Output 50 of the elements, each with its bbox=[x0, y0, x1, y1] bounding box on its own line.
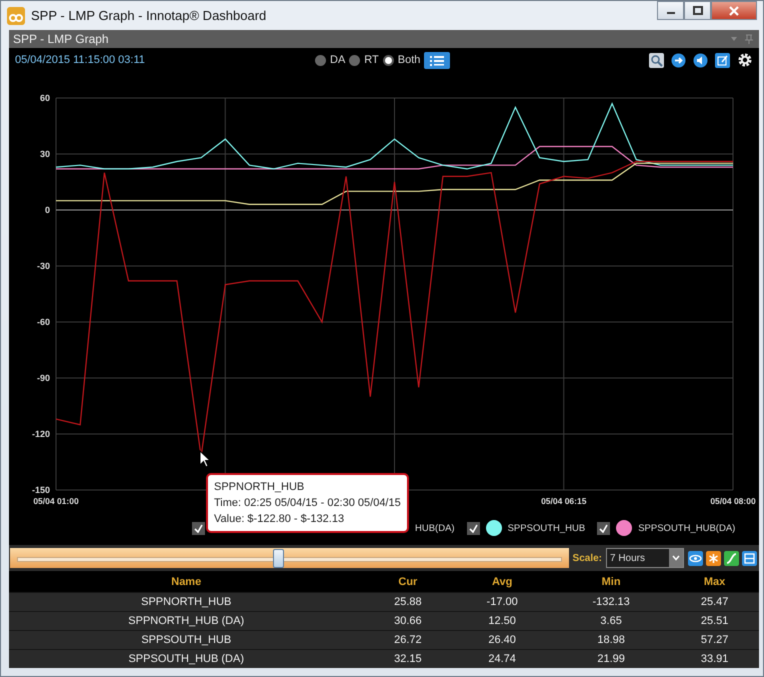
table-cell: 33.91 bbox=[700, 653, 728, 665]
scale-label: Scale: bbox=[572, 552, 602, 564]
table-cell: 21.99 bbox=[597, 653, 625, 665]
table-cell: 3.65 bbox=[600, 615, 622, 627]
table-cell: -17.00 bbox=[486, 596, 518, 608]
tooltip-title: SPPNORTH_HUB bbox=[214, 480, 306, 495]
column-header: Name bbox=[171, 576, 202, 588]
legend-label: SPPSOUTH_HUB bbox=[508, 522, 586, 534]
x-tick-label: 05/04 01:00 bbox=[33, 496, 79, 506]
table-cell: 18.98 bbox=[597, 634, 625, 646]
table-cell: 57.27 bbox=[700, 634, 728, 646]
mode-radio[interactable]: RT bbox=[349, 54, 379, 66]
x-tick-label: 05/04 06:15 bbox=[541, 496, 586, 506]
mode-radio[interactable]: DA bbox=[315, 54, 346, 66]
scale-dropdown[interactable]: 7 Hours bbox=[606, 548, 684, 568]
table-cell: 24.74 bbox=[488, 653, 516, 665]
x-tick-label: 05/04 08:00 bbox=[710, 496, 756, 506]
table-cell: 25.51 bbox=[700, 615, 728, 627]
table-cell: 26.40 bbox=[488, 634, 516, 646]
mode-radio[interactable]: Both bbox=[382, 54, 420, 66]
window-title: SPP - LMP Graph - Innotap® Dashboard bbox=[31, 8, 268, 23]
table-cell: 25.47 bbox=[700, 596, 728, 608]
table-cell: SPPSOUTH_HUB bbox=[141, 634, 232, 646]
legend-label: HUB(DA) bbox=[415, 522, 455, 534]
timestamp: 05/04/2015 11:15:00 03:11 bbox=[15, 54, 146, 66]
table-cell: SPPSOUTH_HUB (DA) bbox=[128, 653, 244, 665]
y-tick-label: 30 bbox=[40, 149, 50, 159]
table-cell: 30.66 bbox=[394, 615, 422, 627]
table-cell: 32.15 bbox=[394, 653, 422, 665]
tooltip-text: Time: 02:25 05/04/15 - 02:30 05/04/15 bbox=[214, 496, 401, 511]
y-tick-label: -60 bbox=[36, 317, 50, 327]
table-cell: SPPNORTH_HUB bbox=[141, 596, 232, 608]
y-tick-label: -120 bbox=[32, 429, 50, 439]
panel-title: SPP - LMP Graph bbox=[13, 32, 109, 46]
y-tick-label: -150 bbox=[32, 485, 50, 495]
table-cell: 25.88 bbox=[394, 596, 422, 608]
y-tick-label: 60 bbox=[40, 93, 50, 103]
y-tick-label: -30 bbox=[36, 261, 50, 271]
tooltip-text: Value: $-122.80 - $-132.13 bbox=[214, 512, 346, 527]
legend-label: SPPSOUTH_HUB(DA) bbox=[638, 522, 736, 534]
table-cell: 26.72 bbox=[394, 634, 422, 646]
y-tick-label: -90 bbox=[36, 373, 50, 383]
table-cell: 12.50 bbox=[488, 615, 516, 627]
y-tick-label: 0 bbox=[44, 205, 50, 215]
column-header: Avg bbox=[492, 576, 512, 588]
column-header: Max bbox=[704, 576, 726, 588]
column-header: Cur bbox=[398, 576, 418, 588]
column-header: Min bbox=[602, 576, 621, 588]
table-cell: -132.13 bbox=[592, 596, 630, 608]
table-cell: SPPNORTH_HUB (DA) bbox=[128, 615, 244, 627]
